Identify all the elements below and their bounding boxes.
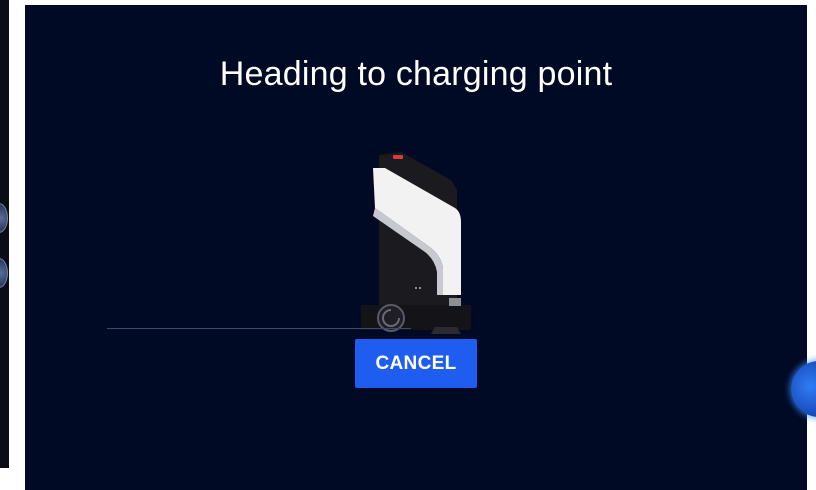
left-bezel [0, 0, 9, 468]
cancel-button[interactable]: CANCEL [355, 339, 477, 388]
page-title: Heading to charging point [219, 55, 613, 93]
robot-illustration-icon [361, 152, 471, 334]
charging-screen: Heading to charging point CANCEL [25, 5, 807, 490]
path-line [107, 328, 411, 329]
